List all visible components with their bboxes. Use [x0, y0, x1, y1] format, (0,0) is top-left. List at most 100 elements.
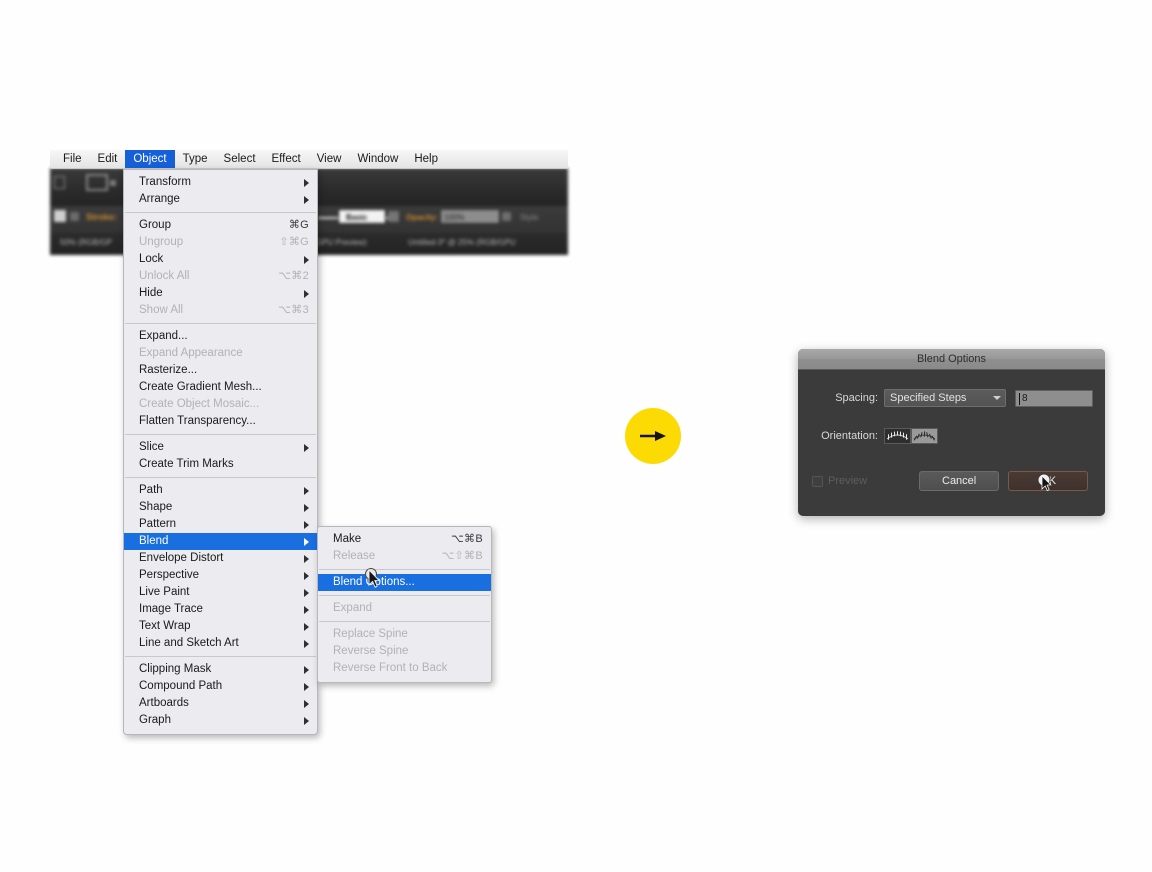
cancel-button[interactable]: Cancel [919, 471, 1000, 491]
menubar-item-type[interactable]: Type [175, 150, 216, 168]
menubar-item-effect[interactable]: Effect [264, 150, 309, 168]
chrome-zoom-status: 50% (RGB/GP [60, 238, 113, 247]
menu-separator [319, 621, 490, 622]
object-menu-item-ungroup: Ungroup ⇧⌘G [124, 234, 317, 251]
menu-item-label: Create Object Mosaic... [139, 398, 260, 410]
blend-submenu-item-reverse-front-to-back: Reverse Front to Back [318, 660, 491, 677]
preview-checkbox[interactable]: Preview [812, 475, 867, 487]
menubar-item-file[interactable]: File [55, 150, 90, 168]
object-menu-item-line-and-sketch-art[interactable]: Line and Sketch Art [124, 635, 317, 652]
menu-item-label: Image Trace [139, 603, 203, 615]
menu-separator [125, 477, 316, 478]
menu-item-label: Blend Options... [333, 576, 415, 588]
object-menu[interactable]: Transform Arrange Group ⌘G Ungroup ⇧⌘G Lock Unl… [123, 169, 318, 735]
object-menu-item-live-paint[interactable]: Live Paint [124, 584, 317, 601]
submenu-arrow-icon [304, 639, 309, 648]
object-menu-item-text-wrap[interactable]: Text Wrap [124, 618, 317, 635]
right-arrow-icon [640, 431, 666, 441]
submenu-arrow-icon [304, 682, 309, 691]
object-menu-item-envelope-distort[interactable]: Envelope Distort [124, 550, 317, 567]
object-menu-item-transform[interactable]: Transform [124, 174, 317, 191]
orientation-align-to-path-button[interactable] [911, 428, 938, 444]
chrome-icon-2 [86, 174, 108, 191]
menu-item-label: Slice [139, 441, 164, 453]
spacing-select[interactable]: Specified Steps [884, 389, 1006, 407]
menu-item-label: Line and Sketch Art [139, 637, 239, 649]
submenu-arrow-icon [304, 537, 309, 546]
menu-item-label: Clipping Mask [139, 663, 212, 675]
align-to-page-icon [886, 431, 909, 440]
menu-item-label: Perspective [139, 569, 200, 581]
menu-item-label: Unlock All [139, 270, 190, 282]
menu-item-label: Release [333, 550, 376, 562]
object-menu-item-arrange[interactable]: Arrange [124, 191, 317, 208]
chrome-opacity-label: Opacity: [406, 213, 439, 222]
object-menu-item-rasterize[interactable]: Rasterize... [124, 362, 317, 379]
menu-item-label: Arrange [139, 193, 180, 205]
chrome-style-label: Style: [520, 213, 541, 222]
preview-label: Preview [828, 475, 868, 487]
align-to-path-icon [913, 431, 936, 441]
chrome-basic-label: Basic [346, 213, 368, 222]
menu-item-label: Replace Spine [333, 628, 408, 640]
menu-item-label: Create Gradient Mesh... [139, 381, 262, 393]
menu-item-label: Artboards [139, 697, 189, 709]
object-menu-item-artboards[interactable]: Artboards [124, 695, 317, 712]
menubar-item-object[interactable]: Object [125, 150, 175, 168]
submenu-arrow-icon [304, 554, 309, 563]
menubar-item-select[interactable]: Select [216, 150, 264, 168]
object-menu-item-hide[interactable]: Hide [124, 285, 317, 302]
menu-item-label: Group [139, 219, 171, 231]
menubar-item-window[interactable]: Window [349, 150, 406, 168]
object-menu-item-group[interactable]: Group ⌘G [124, 217, 317, 234]
object-menu-item-expand[interactable]: Expand... [124, 328, 317, 345]
cancel-button-label: Cancel [942, 475, 977, 487]
menubar-item-view[interactable]: View [309, 150, 350, 168]
chrome-dropdown-3 [502, 212, 511, 221]
menubar-item-edit[interactable]: Edit [90, 150, 126, 168]
ok-button[interactable]: OK [1008, 471, 1089, 492]
object-menu-item-flatten-transparency[interactable]: Flatten Transparency... [124, 413, 317, 430]
blend-submenu[interactable]: Make ⌥⌘B Release ⌥⇧⌘B Blend Options... Expand… [317, 526, 492, 683]
menu-item-label: Hide [139, 287, 163, 299]
menu-item-label: Text Wrap [139, 620, 191, 632]
dialog-title: Blend Options [916, 353, 987, 365]
chrome-opacity-value: 100% [444, 213, 465, 222]
object-menu-item-graph[interactable]: Graph [124, 712, 317, 729]
menu-item-label: Shape [139, 501, 173, 513]
menu-item-label: Compound Path [139, 680, 223, 692]
submenu-arrow-icon [304, 588, 309, 597]
object-menu-item-clipping-mask[interactable]: Clipping Mask [124, 661, 317, 678]
object-menu-item-show-all: Show All ⌥⌘3 [124, 302, 317, 319]
menu-item-label: Ungroup [139, 236, 184, 248]
menubar-item-help[interactable]: Help [406, 150, 446, 168]
object-menu-item-path[interactable]: Path [124, 482, 317, 499]
blend-submenu-item-reverse-spine: Reverse Spine [318, 643, 491, 660]
submenu-arrow-icon [304, 195, 309, 204]
orientation-row: Orientation: [798, 428, 1105, 444]
blend-submenu-item-make[interactable]: Make ⌥⌘B [318, 531, 491, 548]
submenu-arrow-icon [304, 178, 309, 187]
object-menu-item-create-gradient-mesh[interactable]: Create Gradient Mesh... [124, 379, 317, 396]
object-menu-item-create-trim-marks[interactable]: Create Trim Marks [124, 456, 317, 473]
chrome-document-tab: Untitled-3* @ 25% (RGB/GPU [408, 238, 516, 247]
submenu-arrow-icon [304, 255, 309, 264]
blend-submenu-item-blend-options[interactable]: Blend Options... [318, 574, 491, 591]
steps-input[interactable]: 8 [1015, 389, 1093, 407]
menu-item-label: Envelope Distort [139, 552, 224, 564]
object-menu-item-compound-path[interactable]: Compound Path [124, 678, 317, 695]
object-menu-item-pattern[interactable]: Pattern [124, 516, 317, 533]
object-menu-item-image-trace[interactable]: Image Trace [124, 601, 317, 618]
orientation-align-to-page-button[interactable] [884, 428, 911, 444]
menu-item-shortcut: ⌥⇧⌘B [441, 550, 483, 562]
object-menu-item-shape[interactable]: Shape [124, 499, 317, 516]
text-caret [1019, 392, 1020, 405]
object-menu-item-lock[interactable]: Lock [124, 251, 317, 268]
menu-separator [319, 595, 490, 596]
menu-item-label: Expand Appearance [139, 347, 243, 359]
menu-item-label: Transform [139, 176, 191, 188]
blend-submenu-item-release: Release ⌥⇧⌘B [318, 548, 491, 565]
object-menu-item-perspective[interactable]: Perspective [124, 567, 317, 584]
object-menu-item-slice[interactable]: Slice [124, 439, 317, 456]
object-menu-item-blend[interactable]: Blend [124, 533, 317, 550]
